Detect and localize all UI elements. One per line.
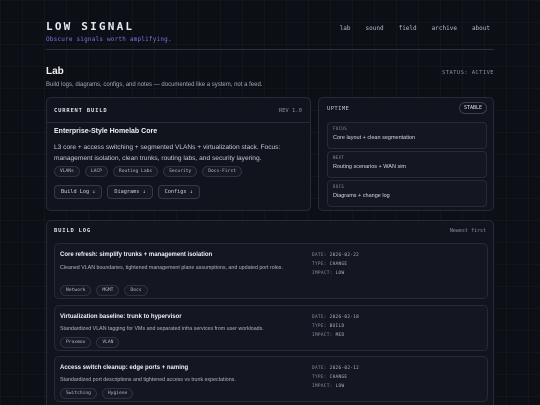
tag: Docs-First (202, 166, 242, 177)
entry-title: Core refresh: simplify trunks + manageme… (60, 252, 213, 258)
nav-link-about[interactable]: about (472, 25, 490, 32)
tag: Proxmox (60, 337, 92, 348)
current-build-panel: CURRENT BUILD REV 1.0 Enterprise-Style H… (46, 97, 311, 211)
tag: MGMT (96, 285, 120, 296)
card-value: Core layout + clean segmentation (333, 135, 416, 141)
build-log-button[interactable]: Build Log ↓ (54, 185, 103, 199)
docs-card: DOCS Diagrams + change log (327, 180, 487, 207)
impact-value: MED (335, 333, 345, 338)
entry-title: Access switch cleanup: edge ports + nami… (60, 365, 189, 371)
page-subtitle: Build logs, diagrams, configs, and notes… (46, 82, 263, 88)
build-tags: VLANs LACP Routing Labs Security Docs-Fi… (54, 166, 242, 177)
log-entry[interactable]: Virtualization baseline: trunk to hyperv… (54, 305, 488, 351)
type-value: BUILD (329, 324, 345, 329)
stable-badge: STABLE (458, 102, 487, 114)
entry-title: Virtualization baseline: trunk to hyperv… (60, 314, 182, 320)
status-badge: STATUS: ACTIVE (442, 70, 494, 76)
tag: Routing Labs (112, 166, 159, 177)
date-line: DATE: 2026-02-12 (312, 366, 360, 371)
build-log-panel: BUILD LOG Newest first Core refresh: sim… (46, 220, 494, 405)
sort-label[interactable]: Newest first (450, 228, 486, 234)
log-entry[interactable]: Core refresh: simplify trunks + manageme… (54, 243, 488, 299)
date-value: 2026-02-12 (329, 366, 360, 371)
type-line: TYPE: BUILD (312, 324, 345, 329)
configs-button[interactable]: Configs ↓ (157, 185, 200, 199)
nav-link-lab[interactable]: lab (340, 25, 351, 32)
impact-line: IMPACT: LOW (312, 384, 345, 389)
impact-value: LOW (335, 271, 345, 276)
date-value: 2026-02-18 (329, 315, 360, 320)
impact-line: IMPACT: MED (312, 333, 345, 338)
header-divider (46, 49, 494, 50)
diagrams-button[interactable]: Diagrams ↓ (107, 185, 153, 199)
uptime-label: UPTIME (327, 106, 350, 112)
entry-description: Standardized VLAN tagging for VMs and se… (60, 326, 264, 332)
build-actions: Build Log ↓ Diagrams ↓ Configs ↓ (54, 185, 200, 199)
entry-meta: DATE: 2026-02-12 TYPE: CHANGE IMPACT: LO… (312, 364, 359, 391)
type-value: CHANGE (329, 375, 348, 380)
log-entry[interactable]: Access switch cleanup: edge ports + nami… (54, 356, 488, 402)
type-value: CHANGE (329, 262, 348, 267)
entry-meta: DATE: 2026-02-22 TYPE: CHANGE IMPACT: LO… (312, 251, 359, 278)
entry-tags: Proxmox VLAN (60, 337, 120, 348)
impact-line: IMPACT: LOW (312, 271, 345, 276)
current-build-header: CURRENT BUILD REV 1.0 (47, 98, 310, 123)
tag: Switching (60, 388, 97, 399)
nav-link-archive[interactable]: archive (432, 25, 457, 32)
site-header: LOW SIGNAL Obscure signals worth amplify… (46, 20, 494, 48)
entry-tags: Network MGMT Docs (60, 285, 148, 296)
current-build-label: CURRENT BUILD (54, 108, 108, 114)
entry-tags: Switching Hygiene (60, 388, 134, 399)
tagline: Obscure signals worth amplifying. (46, 36, 172, 43)
tag: Network (60, 285, 92, 296)
card-value: Routing scenarios + WAN sim (333, 164, 407, 170)
impact-value: LOW (335, 384, 345, 389)
uptime-panel: UPTIME STABLE FOCUS Core layout + clean … (318, 97, 494, 211)
version-label: REV 1.0 (278, 108, 302, 114)
entry-description: Standardized port descriptions and tight… (60, 377, 236, 383)
tag: VLANs (54, 166, 80, 177)
page-title: Lab (46, 66, 64, 77)
focus-card: FOCUS Core layout + clean segmentation (327, 122, 487, 149)
build-description: L3 core + access switching + segmented V… (54, 144, 281, 162)
build-title: Enterprise-Style Homelab Core (54, 128, 158, 135)
tag: VLAN (96, 337, 120, 348)
card-key: NEXT (333, 155, 345, 160)
card-value: Diagrams + change log (333, 193, 390, 199)
entry-meta: DATE: 2026-02-18 TYPE: BUILD IMPACT: MED (312, 313, 359, 340)
card-key: DOCS (333, 184, 345, 189)
tag: LACP (84, 166, 108, 177)
next-card: NEXT Routing scenarios + WAN sim (327, 151, 487, 178)
tag: Docs (124, 285, 148, 296)
date-line: DATE: 2026-02-22 (312, 253, 360, 258)
date-line: DATE: 2026-02-18 (312, 315, 360, 320)
nav-link-sound[interactable]: sound (366, 25, 384, 32)
nav-link-field[interactable]: field (399, 25, 417, 32)
main-nav: lab sound field archive about (340, 25, 490, 32)
card-key: FOCUS (333, 126, 348, 131)
date-value: 2026-02-22 (329, 253, 360, 258)
type-line: TYPE: CHANGE (312, 375, 348, 380)
build-log-label: BUILD LOG (54, 228, 92, 234)
entry-description: Cleaned VLAN boundaries, tightened manag… (60, 265, 283, 271)
tag: Security (163, 166, 198, 177)
brand-logo[interactable]: LOW SIGNAL (46, 20, 134, 33)
tag: Hygiene (101, 388, 134, 399)
type-line: TYPE: CHANGE (312, 262, 348, 267)
